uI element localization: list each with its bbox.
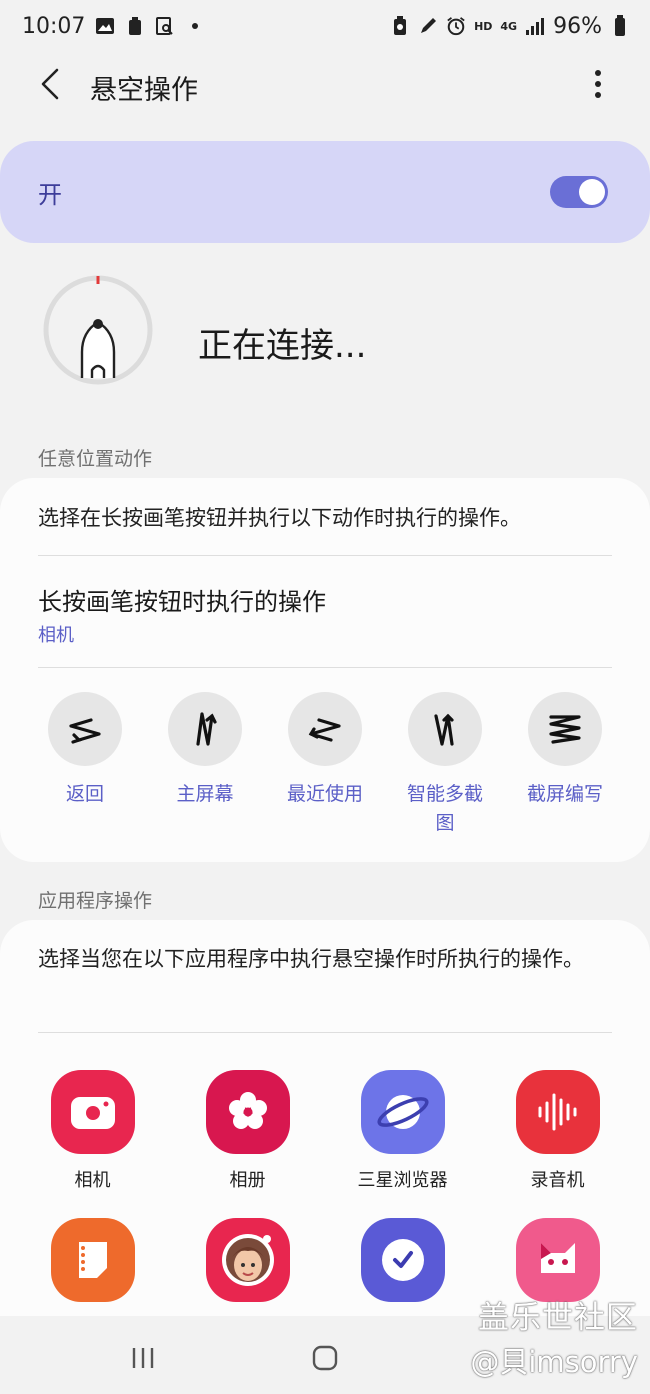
swipe-down-up-icon [408,692,482,766]
app-item-ar-emoji[interactable] [170,1218,325,1314]
app-label: 录音机 [530,1170,585,1191]
dot-icon [185,16,205,36]
battery-saver-icon [390,16,410,36]
search-doc-notification-icon [155,16,175,36]
gesture-label: 返回 [65,783,104,805]
anywhere-actions-header: 任意位置动作 [38,448,153,470]
divider [38,667,612,668]
clock-app-icon [360,1218,445,1302]
more-options-button[interactable] [582,66,614,102]
signal-icon [525,16,545,36]
gesture-label: 最近使用 [286,783,363,805]
zigzag-icon [528,692,602,766]
toggle-knob [579,179,605,205]
back-button[interactable] [32,66,68,102]
battery-icon [610,15,630,36]
app-actions-header: 应用程序操作 [38,890,153,912]
page-title: 悬空操作 [90,75,198,106]
alarm-icon [446,16,466,36]
app-actions-card: 选择当您在以下应用程序中执行悬空操作时所执行的操作。 相机 相册 三星浏览器 录… [0,920,650,1340]
network-type-label: 4G [500,19,518,33]
app-bar: 悬空操作 [0,52,650,118]
s-pen-icon [43,275,153,385]
app-actions-description: 选择当您在以下应用程序中执行悬空操作时所执行的操作。 [38,947,584,971]
pen-icon [418,16,438,36]
gesture-label: 主屏幕 [176,783,234,805]
app-item-camera[interactable]: 相机 [15,1070,170,1192]
swipe-right-left-icon [288,692,362,766]
pen-status: 正在连接... [42,272,622,392]
master-toggle[interactable] [550,176,608,208]
gesture-back[interactable]: 返回 [25,692,145,838]
app-item-notes[interactable] [15,1218,170,1314]
app-label: 相册 [229,1170,266,1191]
watermark-title: 盖乐世社区 [478,1300,638,1336]
swipe-left-right-icon [48,692,122,766]
gesture-home[interactable]: 主屏幕 [145,692,265,838]
gesture-label: 智能多截图 [406,783,483,834]
browser-app-icon [360,1070,445,1154]
notes-app-icon [50,1218,135,1302]
app-label: 三星浏览器 [357,1170,448,1191]
camera-app-icon [50,1070,135,1154]
gesture-smart-select[interactable]: 智能多截图 [385,692,505,838]
app-item-voice-recorder[interactable]: 录音机 [480,1070,635,1192]
gallery-app-icon [205,1070,290,1154]
more-vert-icon [595,70,601,98]
watermark-author: @貝imsorry [470,1345,638,1379]
pen-connection-status: 正在连接... [198,326,367,366]
app-item-clock[interactable] [325,1218,480,1314]
gesture-label: 截屏编写 [526,783,603,805]
gesture-recents[interactable]: 最近使用 [265,692,385,838]
recents-button[interactable] [121,1340,165,1376]
gesture-row: 返回 主屏幕 最近使用 智能多截图 截屏编写 [25,692,625,838]
app-label: 相机 [74,1170,111,1191]
hd-indicator: HD [474,19,493,33]
long-press-setting[interactable]: 长按画笔按钮时执行的操作 相机 [0,556,650,666]
back-arrow-icon [41,68,59,100]
anywhere-actions-card: 选择在长按画笔按钮并执行以下动作时执行的操作。 长按画笔按钮时执行的操作 相机 … [0,478,650,862]
swipe-up-down-icon [168,692,242,766]
divider [38,1032,612,1033]
status-bar: 10:07 HD 4G 96% [0,0,650,52]
recents-icon [132,1348,154,1368]
app-item-gallery[interactable]: 相册 [170,1070,325,1192]
pet-app-icon [515,1218,600,1302]
master-switch-bar[interactable]: 开 [0,141,650,243]
clock-time: 10:07 [22,13,86,39]
home-button[interactable] [303,1340,347,1376]
battery-percent: 96% [553,13,602,39]
home-icon [312,1345,338,1371]
ar-emoji-app-icon [205,1218,290,1302]
apps-grid: 相机 相册 三星浏览器 录音机 [15,1070,635,1314]
gesture-screen-write[interactable]: 截屏编写 [505,692,625,838]
master-switch-label: 开 [38,180,62,209]
long-press-value: 相机 [38,625,74,646]
anywhere-actions-description: 选择在长按画笔按钮并执行以下动作时执行的操作。 [38,506,521,530]
long-press-title: 长按画笔按钮时执行的操作 [38,588,326,616]
app-item-browser[interactable]: 三星浏览器 [325,1070,480,1192]
image-notification-icon [95,16,115,36]
voice-recorder-app-icon [515,1070,600,1154]
storage-notification-icon [125,16,145,36]
